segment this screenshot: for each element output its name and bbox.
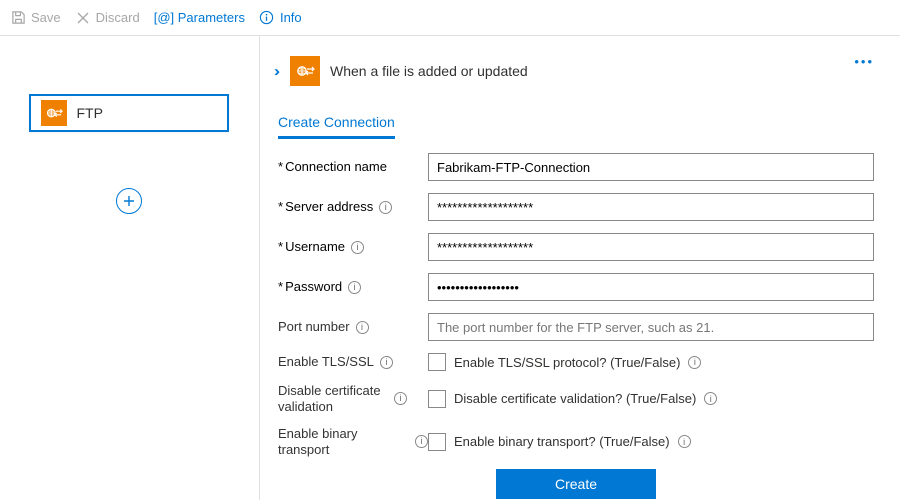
tab-create-connection[interactable]: Create Connection <box>278 108 395 139</box>
parameters-label: [@] Parameters <box>154 10 245 25</box>
username-input[interactable] <box>428 233 874 261</box>
info-icon[interactable]: i <box>379 201 392 214</box>
info-icon[interactable]: i <box>356 321 369 334</box>
connection-name-input[interactable] <box>428 153 874 181</box>
port-number-label: Port numberi <box>278 319 428 335</box>
info-icon[interactable]: i <box>704 392 717 405</box>
designer-canvas: FTP <box>0 36 260 500</box>
ftp-icon <box>41 100 67 126</box>
discard-icon <box>75 10 91 26</box>
main-area: FTP ••• ›› When a file is added or updat… <box>0 36 900 500</box>
trigger-card-label: FTP <box>77 105 103 121</box>
configuration-panel: ••• ›› When a file is added or updated C… <box>260 36 900 500</box>
info-icon[interactable]: i <box>394 392 407 405</box>
collapse-button[interactable]: ›› <box>274 63 276 80</box>
panel-header: ›› When a file is added or updated <box>274 56 874 86</box>
info-icon[interactable]: i <box>678 435 691 448</box>
discard-button[interactable]: Discard <box>75 10 140 26</box>
info-icon[interactable]: i <box>348 281 361 294</box>
enable-tls-label: Enable TLS/SSLi <box>278 354 428 370</box>
save-icon <box>10 10 26 26</box>
server-address-input[interactable] <box>428 193 874 221</box>
chevron-right-icon: ›› <box>274 63 276 80</box>
tab-strip: Create Connection <box>278 108 874 139</box>
trigger-card-ftp[interactable]: FTP <box>29 94 229 132</box>
discard-label: Discard <box>96 10 140 25</box>
username-label: Usernamei <box>278 239 428 255</box>
create-button[interactable]: Create <box>496 469 656 499</box>
info-icon[interactable]: i <box>688 356 701 369</box>
server-address-label: Server addressi <box>278 199 428 215</box>
info-icon[interactable]: i <box>415 435 428 448</box>
info-icon[interactable]: i <box>380 356 393 369</box>
enable-binary-label: Enable binary transporti <box>278 426 428 457</box>
connection-name-label: Connection name <box>278 159 428 175</box>
info-icon[interactable]: i <box>351 241 364 254</box>
password-label: Passwordi <box>278 279 428 295</box>
info-label: Info <box>280 10 302 25</box>
enable-tls-checkbox[interactable] <box>428 353 446 371</box>
enable-tls-check-label: Enable TLS/SSL protocol? (True/False) <box>454 355 680 370</box>
parameters-button[interactable]: [@] Parameters <box>154 10 245 25</box>
add-step-button[interactable] <box>116 188 142 214</box>
ftp-connector-icon <box>290 56 320 86</box>
plus-icon <box>122 194 136 208</box>
create-connection-form: Connection name Server addressi Username… <box>278 153 874 499</box>
password-input[interactable] <box>428 273 874 301</box>
top-toolbar: Save Discard [@] Parameters Info <box>0 0 900 36</box>
info-icon <box>259 10 275 26</box>
disable-cert-check-label: Disable certificate validation? (True/Fa… <box>454 391 696 406</box>
panel-title: When a file is added or updated <box>330 63 528 79</box>
save-button[interactable]: Save <box>10 10 61 26</box>
save-label: Save <box>31 10 61 25</box>
enable-binary-checkbox[interactable] <box>428 433 446 451</box>
disable-cert-checkbox[interactable] <box>428 390 446 408</box>
disable-cert-label: Disable certificate validationi <box>278 383 428 414</box>
info-button[interactable]: Info <box>259 10 302 26</box>
enable-binary-check-label: Enable binary transport? (True/False) <box>454 434 670 449</box>
more-menu-button[interactable]: ••• <box>854 54 874 69</box>
port-number-input[interactable] <box>428 313 874 341</box>
